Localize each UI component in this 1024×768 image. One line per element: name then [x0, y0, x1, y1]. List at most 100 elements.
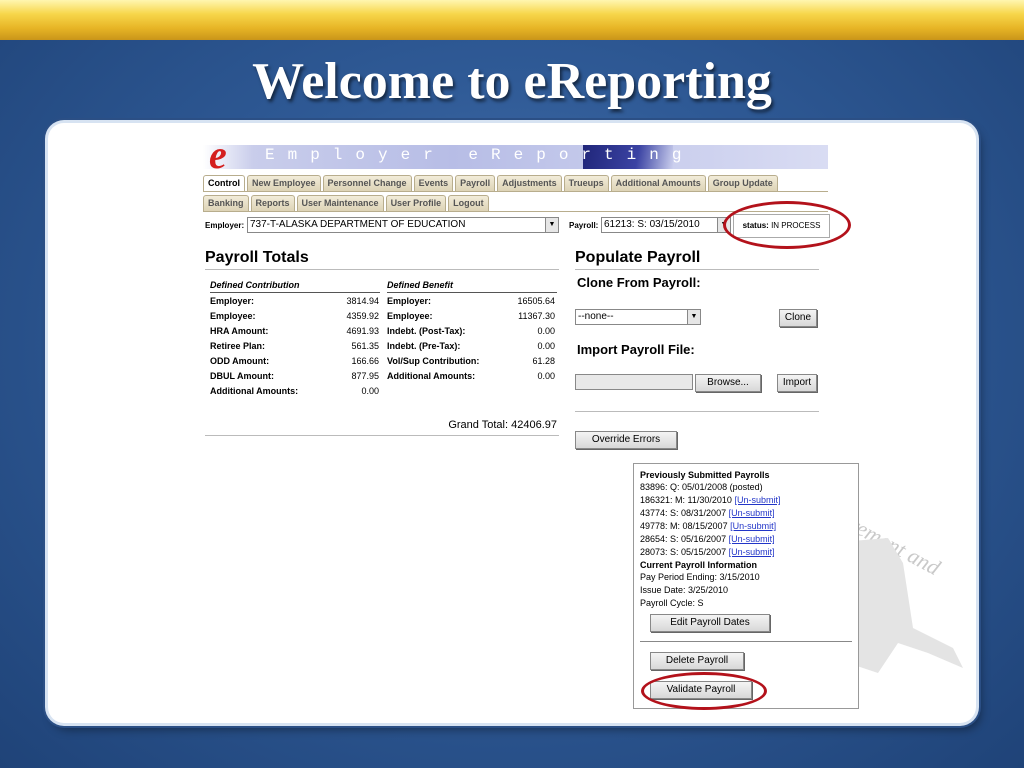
- clone-payroll-select[interactable]: --none-- ▼: [575, 309, 701, 325]
- unsubmit-link[interactable]: [Un-submit]: [729, 547, 775, 557]
- db-label-indebt-post: Indebt. (Post-Tax):: [387, 326, 466, 336]
- banner-text: Employer eReporting: [265, 146, 695, 164]
- box-divider: [640, 641, 852, 642]
- payroll-select[interactable]: 61213: S: 03/15/2010 ▼: [601, 217, 731, 233]
- payroll-entry: 43774: S: 08/31/2007: [640, 508, 727, 518]
- db-value-indebt-pre: 0.00: [537, 341, 555, 351]
- list-item: 28073: S: 05/15/2007 [Un-submit]: [640, 547, 775, 557]
- db-label-indebt-pre: Indebt. (Pre-Tax):: [387, 341, 461, 351]
- list-item: 49778: M: 08/15/2007 [Un-submit]: [640, 521, 776, 531]
- populate-title-rule: [575, 269, 819, 270]
- tab-user-profile[interactable]: User Profile: [385, 195, 447, 211]
- payroll-entry: 186321: M: 11/30/2010: [640, 495, 732, 505]
- edit-payroll-dates-button[interactable]: Edit Payroll Dates: [650, 614, 770, 632]
- dc-header: Defined Contribution: [210, 280, 300, 290]
- populate-payroll-title: Populate Payroll: [575, 249, 701, 266]
- grand-total-rule: [205, 435, 559, 436]
- payroll-label: Payroll:: [569, 221, 599, 230]
- content-panel: Retirement and Benefits e Employer eRepo…: [48, 123, 976, 723]
- ereporting-banner: e Employer eReporting: [203, 145, 828, 169]
- dc-value-hra: 4691.93: [346, 326, 379, 336]
- dc-value-dbul: 877.95: [351, 371, 379, 381]
- header-gold-bar: [0, 0, 1024, 40]
- unsubmit-link[interactable]: [Un-submit]: [734, 495, 780, 505]
- tab-reports[interactable]: Reports: [250, 195, 295, 211]
- tab-row-primary: Control New Employee Personnel Change Ev…: [203, 175, 778, 192]
- dc-header-rule: [210, 292, 380, 293]
- payroll-entry: 49778: M: 08/15/2007: [640, 521, 728, 531]
- chevron-down-icon: ▼: [545, 218, 558, 232]
- slide-title: Welcome to eReporting: [252, 53, 772, 110]
- tab-row-secondary: Banking Reports User Maintenance User Pr…: [203, 195, 489, 211]
- posted-payroll: 83896: Q: 05/01/2008 (posted): [640, 482, 763, 492]
- tab-additional-amounts[interactable]: Additional Amounts: [610, 175, 706, 191]
- tab-new-employee[interactable]: New Employee: [247, 175, 321, 191]
- tab-group-update[interactable]: Group Update: [707, 175, 778, 191]
- tab-trueups[interactable]: Trueups: [563, 175, 609, 191]
- dc-label-employer: Employer:: [210, 296, 255, 306]
- delete-payroll-button[interactable]: Delete Payroll: [650, 652, 744, 670]
- payroll-totals-title: Payroll Totals: [205, 249, 309, 266]
- db-header: Defined Benefit: [387, 280, 454, 290]
- db-value-volsup: 61.28: [532, 356, 555, 366]
- tab-control[interactable]: Control: [203, 175, 245, 192]
- employer-label: Employer:: [205, 221, 245, 230]
- db-value-employer: 16505.64: [517, 296, 555, 306]
- list-item: 186321: M: 11/30/2010 [Un-submit]: [640, 495, 780, 505]
- grand-total: Grand Total: 42406.97: [448, 419, 557, 431]
- tab-user-maintenance[interactable]: User Maintenance: [296, 195, 384, 211]
- previous-payrolls-title: Previously Submitted Payrolls: [640, 470, 770, 480]
- validate-highlight-oval: [641, 672, 767, 710]
- clone-button[interactable]: Clone: [779, 309, 817, 327]
- totals-title-rule: [205, 269, 559, 270]
- tab-banking[interactable]: Banking: [203, 195, 249, 211]
- import-file-title: Import Payroll File:: [577, 342, 695, 357]
- browse-button[interactable]: Browse...: [695, 374, 761, 392]
- list-item: 28654: S: 05/16/2007 [Un-submit]: [640, 534, 775, 544]
- ereporting-screenshot: e Employer eReporting Control New Employ…: [203, 143, 859, 713]
- override-errors-button[interactable]: Override Errors: [575, 431, 677, 449]
- clone-from-title: Clone From Payroll:: [577, 275, 701, 290]
- dc-label-employee: Employee:: [210, 311, 256, 321]
- tab-payroll[interactable]: Payroll: [455, 175, 496, 191]
- list-item: 43774: S: 08/31/2007 [Un-submit]: [640, 508, 775, 518]
- tab-divider: [203, 191, 828, 192]
- import-button[interactable]: Import: [777, 374, 817, 392]
- dc-label-hra: HRA Amount:: [210, 326, 269, 336]
- dc-label-dbul: DBUL Amount:: [210, 371, 274, 381]
- current-payroll-title: Current Payroll Information: [640, 560, 758, 570]
- db-label-volsup: Vol/Sup Contribution:: [387, 356, 480, 366]
- employer-select[interactable]: 737-T-ALASKA DEPARTMENT OF EDUCATION ▼: [247, 217, 559, 233]
- tab-adjustments[interactable]: Adjustments: [497, 175, 562, 191]
- dc-label-additional: Additional Amounts:: [210, 386, 299, 396]
- ereporting-logo: e: [209, 145, 227, 169]
- dc-value-employee: 4359.92: [346, 311, 379, 321]
- dc-label-retiree: Retiree Plan:: [210, 341, 266, 351]
- payroll-entry: 28073: S: 05/15/2007: [640, 547, 727, 557]
- clone-select-value: --none--: [578, 311, 614, 322]
- payroll-select-value: 61213: S: 03/15/2010: [604, 219, 700, 230]
- unsubmit-link[interactable]: [Un-submit]: [729, 534, 775, 544]
- db-label-additional: Additional Amounts:: [387, 371, 476, 381]
- dc-value-employer: 3814.94: [346, 296, 379, 306]
- db-label-employee: Employee:: [387, 311, 433, 321]
- issue-date: Issue Date: 3/25/2010: [640, 585, 729, 595]
- import-file-input[interactable]: [575, 374, 693, 390]
- db-value-additional: 0.00: [537, 371, 555, 381]
- pay-period-ending: Pay Period Ending: 3/15/2010: [640, 572, 760, 582]
- dc-value-additional: 0.00: [361, 386, 379, 396]
- employer-select-value: 737-T-ALASKA DEPARTMENT OF EDUCATION: [250, 219, 466, 230]
- payroll-cycle: Payroll Cycle: S: [640, 598, 704, 608]
- dc-value-odd: 166.66: [351, 356, 379, 366]
- unsubmit-link[interactable]: [Un-submit]: [729, 508, 775, 518]
- db-label-employer: Employer:: [387, 296, 432, 306]
- unsubmit-link[interactable]: [Un-submit]: [730, 521, 776, 531]
- import-rule: [575, 411, 819, 412]
- tab-events[interactable]: Events: [413, 175, 454, 191]
- tab-personnel-change[interactable]: Personnel Change: [322, 175, 412, 191]
- status-highlight-oval: [723, 201, 851, 249]
- previous-payrolls-box: Previously Submitted Payrolls 83896: Q: …: [633, 463, 859, 709]
- db-header-rule: [387, 292, 557, 293]
- tab-logout[interactable]: Logout: [448, 195, 489, 211]
- payroll-entry: 28654: S: 05/16/2007: [640, 534, 727, 544]
